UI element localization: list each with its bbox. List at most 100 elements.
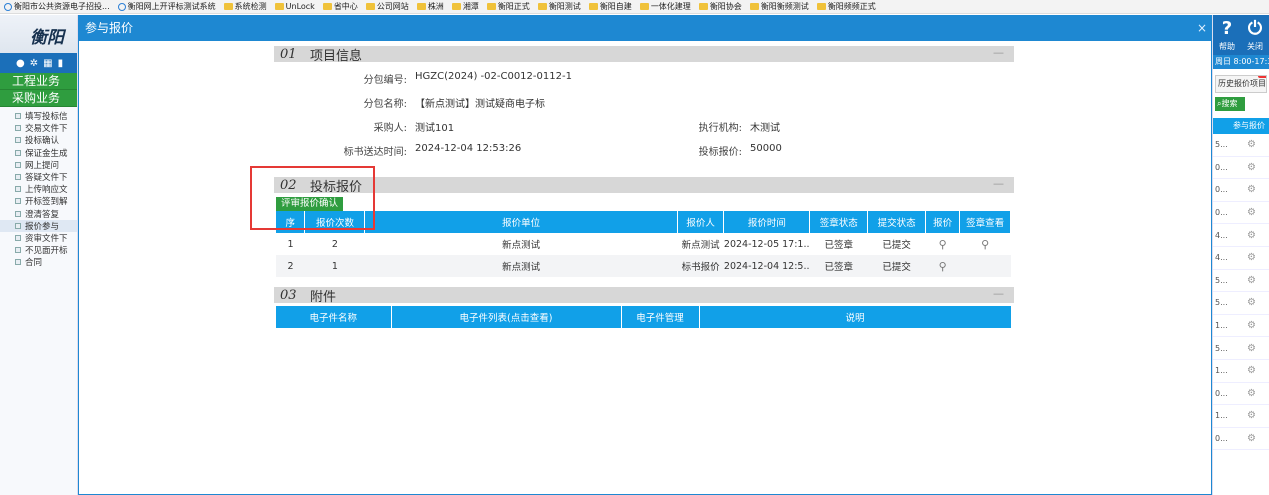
menu-item-icon (15, 198, 21, 205)
history-quote-label: 历史报价项目 (1218, 79, 1266, 88)
sidebar-menu-item[interactable]: 投标确认 (0, 134, 77, 146)
right-table-row: 4... ⚙ (1213, 247, 1269, 270)
sidebar-menu-item[interactable]: 交易文件下 (0, 122, 77, 134)
bookmark-item[interactable]: 湘潭 (451, 1, 479, 12)
bookmark-item[interactable]: 株洲 (416, 1, 444, 12)
bookmark-item[interactable]: 衡阳网上开评标测试系统 (117, 1, 216, 12)
bidding-cell-idx: 1 (287, 238, 294, 250)
attachment-column-header: 电子件管理 (621, 306, 700, 328)
gear-icon[interactable]: ⚙ (1237, 275, 1256, 286)
folder-icon (223, 3, 233, 10)
help-button[interactable]: ? 帮助 (1216, 17, 1238, 55)
bidding-column-header: 报价时间 (723, 211, 811, 233)
bookmark-item[interactable]: 衡阳市公共资源电子招投... (4, 1, 110, 12)
help-label: 帮助 (1219, 42, 1235, 51)
field-label: 标书送达时间: (343, 147, 407, 158)
nav-procurement[interactable]: 采购业务 (0, 90, 77, 107)
bidding-column-header: 报价单位 (364, 211, 678, 233)
bookmark-item[interactable]: 衡阳测试 (537, 1, 581, 12)
right-col-header: 参与报价 (1233, 121, 1265, 130)
gear-icon[interactable]: ⚙ (1237, 139, 1256, 150)
bookmark-label: 省中心 (333, 2, 358, 11)
sidebar-menu-item[interactable]: 澄清答复 (0, 208, 77, 220)
bookmark-item[interactable]: 省中心 (322, 1, 358, 12)
close-app-button[interactable]: ⏻ 关闭 (1244, 17, 1266, 55)
close-icon[interactable]: × (1197, 16, 1207, 41)
menu-item-label: 合同 (25, 258, 43, 269)
chat-icon[interactable]: ● (16, 58, 25, 69)
view-quote-magnifier-icon[interactable]: ⚲ (939, 260, 947, 273)
gear-icon[interactable]: ⚙ (1237, 230, 1256, 241)
bidding-cell-count: 1 (304, 255, 365, 277)
gear-icon[interactable]: ⚙ (1237, 410, 1256, 421)
view-quote-magnifier-icon[interactable]: ⚲ (939, 238, 947, 251)
menu-item-label: 澄清答复 (25, 209, 60, 220)
sidebar-menu: 填写投标信 交易文件下 投标确认 保证金生成 网上提问 答疑文件下 上传响应文 开标签到解澄清… (0, 107, 77, 268)
sidebar-menu-item[interactable]: 报价参与 (0, 219, 77, 232)
modal-title-bar: 参与报价 × (79, 16, 1211, 41)
field-label: 执行机构: (698, 123, 742, 134)
gear-icon[interactable]: ⚙ (1237, 184, 1256, 195)
right-table-row: 0... ⚙ (1213, 202, 1269, 225)
menu-item-icon (15, 247, 21, 254)
section-bidding-header: 02 投标报价 — (274, 177, 1014, 195)
sidebar-menu-item[interactable]: 合同 (0, 256, 77, 268)
bookmark-item[interactable]: 衡阳频频正式 (816, 1, 876, 12)
collapse-icon[interactable]: — (993, 46, 1004, 59)
grid-icon[interactable]: ▦ (43, 58, 52, 69)
collapse-icon[interactable]: — (993, 287, 1004, 300)
gear-icon[interactable]: ⚙ (1237, 252, 1256, 263)
sidebar-menu-item[interactable]: 答疑文件下 (0, 171, 77, 183)
gear-icon[interactable]: ✲ (30, 58, 38, 69)
ie-icon (4, 2, 12, 11)
menu-item-label: 报价参与 (25, 221, 60, 232)
sidebar-menu-item[interactable]: 开标签到解 (0, 195, 77, 207)
menu-item-label: 不见面开标 (25, 246, 68, 257)
bookmark-item[interactable]: UnLock (274, 2, 315, 11)
modal-title: 参与报价 (85, 21, 134, 35)
sidebar-menu-item[interactable]: 网上提问 (0, 159, 77, 171)
gear-icon[interactable]: ⚙ (1237, 343, 1256, 354)
gear-icon[interactable]: ⚙ (1237, 433, 1256, 444)
history-quote-button[interactable]: 历史报价项目 (1215, 75, 1267, 93)
quote-cell: ⚲ (926, 233, 960, 255)
collapse-icon[interactable]: — (993, 177, 1004, 190)
sidebar-menu-item[interactable]: 资审文件下 (0, 232, 77, 244)
bookmark-item[interactable]: 衡阳协会 (698, 1, 742, 12)
bookmark-item[interactable]: 一体化建理 (639, 1, 691, 12)
purchaser-value: 测试101 (415, 123, 455, 134)
bookmark-item[interactable]: 系统检测 (223, 1, 267, 12)
bookmark-item[interactable]: 衡阳自建 (588, 1, 632, 12)
bookmark-item[interactable]: 衡阳正式 (486, 1, 530, 12)
bookmark-item[interactable]: 公司网站 (365, 1, 409, 12)
menu-item-icon (15, 161, 21, 168)
sidebar-menu-item[interactable]: 保证金生成 (0, 147, 77, 159)
bookmark-label: 公司网站 (376, 2, 409, 11)
right-table-body: 5... ⚙ 0... ⚙ 0... ⚙ 0... ⚙ 4... ⚙ 4... ⚙ 5... ⚙ 5... ⚙… (1213, 134, 1269, 451)
bar-icon[interactable]: ▮ (58, 58, 64, 69)
gear-icon[interactable]: ⚙ (1237, 388, 1256, 399)
row-prefix: 0... (1215, 388, 1228, 398)
gear-icon[interactable]: ⚙ (1237, 207, 1256, 218)
app-sidebar: 衡阳 ● ✲ ▦ ▮ 工程业务 采购业务 填写投标信 交易文件下 投标确认 保证金生成… (0, 15, 78, 495)
view-signature-magnifier-icon[interactable]: ⚲ (981, 238, 989, 251)
info-row-package-name: 分包名称: 【新点测试】测试疑商电子标 (274, 95, 1014, 119)
gear-icon[interactable]: ⚙ (1237, 297, 1256, 308)
bookmark-item[interactable]: 衡阳衡频测试 (749, 1, 809, 12)
right-table-row: 5... ⚙ (1213, 292, 1269, 315)
nav-engineering[interactable]: 工程业务 (0, 73, 77, 90)
ie-icon (117, 2, 126, 11)
gear-icon[interactable]: ⚙ (1237, 162, 1256, 173)
search-button[interactable]: ⌕搜索 (1215, 97, 1245, 111)
sidebar-menu-item[interactable]: 填写投标信 (0, 110, 77, 122)
sidebar-icon-strip: ● ✲ ▦ ▮ (0, 53, 77, 73)
gear-icon[interactable]: ⚙ (1237, 320, 1256, 331)
gear-icon[interactable]: ⚙ (1237, 365, 1256, 376)
sidebar-menu-item[interactable]: 不见面开标 (0, 244, 77, 256)
attachments-table: 电子件名称 电子件列表(点击查看) 电子件管理 说明 (276, 306, 1012, 328)
row-prefix: 5... (1215, 298, 1228, 308)
info-row-package-no: 分包编号: HGZC(2024) -02-C0012-0112-1 (274, 71, 1014, 95)
folder-icon (322, 3, 332, 10)
sidebar-menu-item[interactable]: 上传响应文 (0, 183, 77, 195)
bookmark-label: 衡阳协会 (709, 2, 742, 11)
